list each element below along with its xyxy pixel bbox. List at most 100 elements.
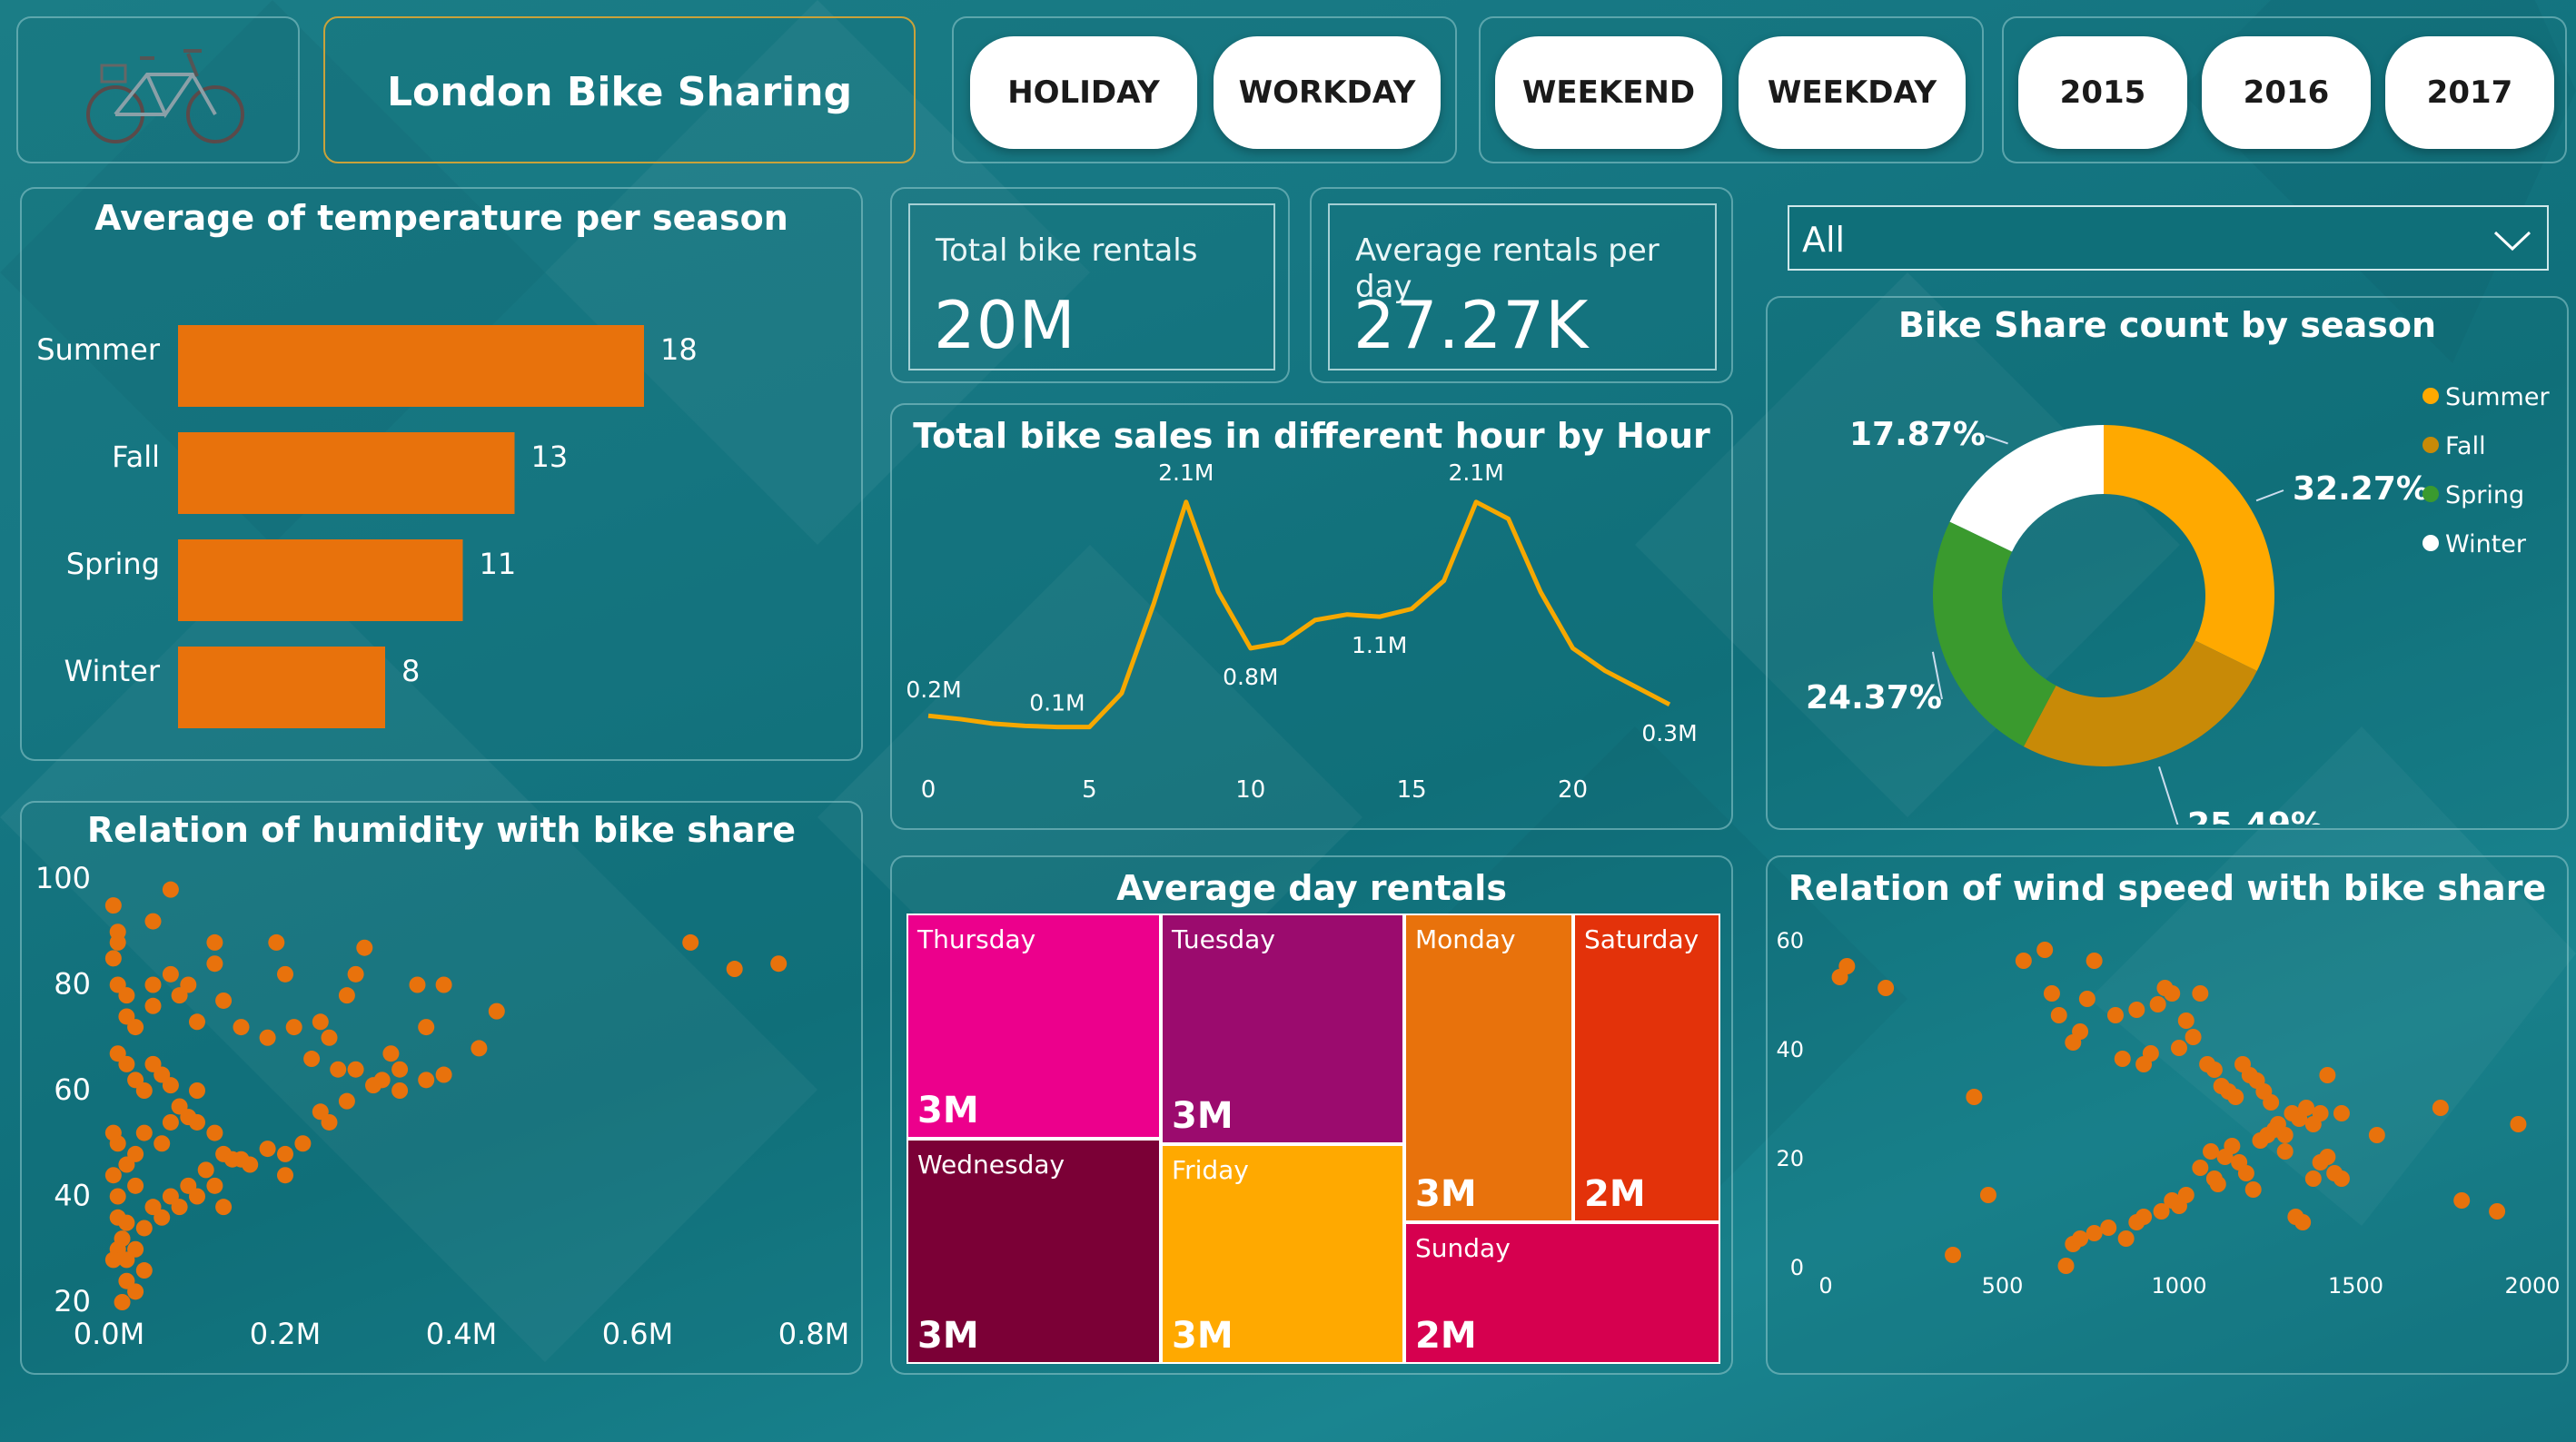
data-label: 0.1M	[1029, 690, 1085, 716]
bar	[178, 647, 385, 728]
legend-label: Spring	[2445, 481, 2524, 509]
scatter-point	[2135, 1209, 2153, 1225]
scatter-point	[127, 1177, 144, 1194]
scatter-point	[104, 897, 122, 914]
scatter-point	[171, 1199, 188, 1216]
scatter-point	[144, 997, 162, 1014]
scatter-point	[285, 1019, 302, 1036]
y-tick-label: 40	[54, 1179, 91, 1213]
leader-line	[2255, 489, 2284, 502]
treemap-cell-tuesday[interactable]: Tuesday 3M	[1161, 914, 1404, 1144]
scatter-point	[259, 1029, 276, 1046]
holiday-button[interactable]: HOLIDAY	[970, 36, 1197, 149]
legend-marker	[2422, 437, 2439, 453]
weekday-button[interactable]: WEEKDAY	[1739, 36, 1966, 149]
temperature-chart-panel: Average of temperature per season Summer…	[20, 187, 863, 761]
scatter-point	[144, 913, 162, 930]
scatter-point	[321, 1113, 338, 1131]
y-tick-label: 40	[1776, 1037, 1804, 1062]
scatter-point	[127, 1019, 144, 1036]
treemap-cell-saturday[interactable]: Saturday 2M	[1573, 914, 1720, 1222]
legend-marker	[2422, 535, 2439, 551]
y-tick-label: 20	[1776, 1146, 1804, 1171]
chart-title: Relation of wind speed with bike share	[1788, 868, 2547, 908]
scatter-point	[2192, 985, 2209, 1002]
scatter-point	[223, 1151, 241, 1168]
x-tick-label: 0.2M	[250, 1317, 322, 1351]
y-tick-label: 80	[54, 967, 91, 1002]
scatter-point	[104, 950, 122, 967]
scatter-point	[2086, 1225, 2103, 1241]
scatter-point	[2100, 1220, 2117, 1236]
scatter-point	[2304, 1170, 2322, 1187]
scatter-point	[277, 1145, 293, 1162]
scatter-point	[135, 1124, 153, 1141]
data-label: 0.3M	[1641, 720, 1697, 746]
y-tick-label: 60	[1776, 928, 1804, 953]
year-2016-button[interactable]: 2016	[2202, 36, 2371, 149]
scatter-point	[435, 976, 452, 993]
scatter-point	[2043, 985, 2060, 1002]
logo-panel	[16, 16, 300, 163]
weekend-button[interactable]: WEEKEND	[1495, 36, 1722, 149]
treemap-cell-value: 3M	[1172, 1095, 1234, 1137]
scatter-point	[2244, 1181, 2262, 1198]
bar-value-label: 8	[401, 654, 420, 688]
treemap-cell-wednesday[interactable]: Wednesday 3M	[907, 1139, 1161, 1364]
bar	[178, 432, 515, 514]
x-tick-label: 0.6M	[602, 1317, 674, 1351]
x-tick-label: 1000	[2151, 1273, 2206, 1299]
scatter-point	[2114, 1051, 2131, 1067]
year-2017-button[interactable]: 2017	[2385, 36, 2554, 149]
scatter-point	[682, 933, 699, 951]
scatter-point	[2078, 991, 2095, 1007]
data-label: 2.1M	[1448, 461, 1503, 486]
treemap-cell-monday[interactable]: Monday 3M	[1404, 914, 1573, 1222]
treemap-cell-sunday[interactable]: Sunday 2M	[1404, 1222, 1720, 1364]
x-tick-label: 10	[1235, 776, 1265, 804]
wind-chart-panel: Relation of wind speed with bike share 0…	[1766, 855, 2569, 1375]
scatter-point	[2164, 985, 2181, 1002]
year-2015-button[interactable]: 2015	[2018, 36, 2187, 149]
treemap-cell-value: 3M	[917, 1090, 979, 1131]
title-panel: London Bike Sharing	[323, 16, 916, 163]
leader-line	[2158, 766, 2179, 825]
scatter-point	[321, 1029, 338, 1046]
scatter-point	[135, 1262, 153, 1279]
scatter-point	[770, 955, 788, 973]
scatter-point	[118, 1214, 135, 1231]
scatter-point	[2489, 1203, 2506, 1220]
scatter-point	[338, 987, 355, 1004]
scatter-point	[189, 1013, 205, 1031]
treemap-cell-thursday[interactable]: Thursday 3M	[907, 914, 1161, 1139]
scatter-point	[471, 1040, 488, 1057]
scatter-point	[2185, 1029, 2202, 1045]
scatter-point	[418, 1019, 435, 1036]
scatter-point	[127, 1145, 144, 1162]
legend-label: Winter	[2445, 530, 2527, 558]
scatter-point	[1966, 1089, 1983, 1105]
data-label: 0.8M	[1223, 664, 1278, 690]
scatter-point	[1979, 1187, 1996, 1203]
x-tick-label: 20	[1558, 776, 1588, 804]
scatter-point	[189, 1082, 205, 1099]
treemap-cell-label: Thursday	[917, 924, 1036, 954]
bar-category-label: Spring	[66, 547, 160, 581]
slice-value-label: 25.49%	[2187, 806, 2323, 825]
donut-slice	[1933, 521, 2056, 747]
scatter-point	[347, 1061, 364, 1078]
scatter-point	[2432, 1100, 2449, 1116]
bar-category-label: Winter	[64, 654, 161, 688]
data-label: 1.1M	[1352, 632, 1407, 658]
scatter-point	[162, 881, 179, 898]
humidity-chart-panel: Relation of humidity with bike share 0.0…	[20, 801, 863, 1375]
x-tick-label: 500	[1982, 1273, 2024, 1299]
workday-button[interactable]: WORKDAY	[1214, 36, 1441, 149]
avg-rentals-card: Average rentals per day 27.27K	[1328, 203, 1717, 370]
scatter-point	[104, 1124, 122, 1141]
season-dropdown[interactable]: All	[1788, 205, 2549, 271]
scatter-point	[2177, 1187, 2195, 1203]
treemap-cell-friday[interactable]: Friday 3M	[1161, 1144, 1404, 1364]
scatter-point	[127, 1240, 144, 1258]
scatter-point	[338, 1092, 355, 1110]
